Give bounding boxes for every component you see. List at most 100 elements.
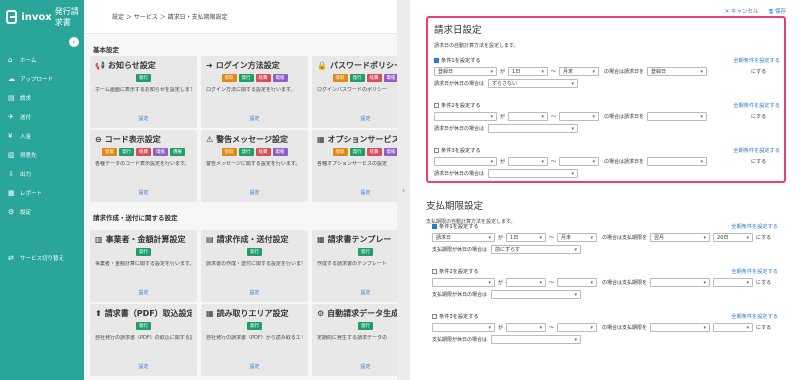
card-settings-link[interactable]: 設定	[90, 115, 197, 122]
day-select[interactable]: 20日	[713, 233, 754, 242]
setting-card[interactable]: ▦ オプションサービス 受取 発行 経費 電帳 各種オプションサービスの設定 設定	[312, 130, 410, 202]
holiday-select[interactable]: ずらさない	[488, 79, 579, 88]
to-day-select[interactable]	[559, 112, 600, 121]
service-badge: 受取	[332, 148, 348, 156]
card-title: ⚠ 警告メッセージ設定	[206, 135, 289, 144]
day-select[interactable]	[713, 278, 754, 287]
sidebar-item-8[interactable]: ⚙ 設定	[0, 204, 84, 220]
source-select[interactable]	[434, 112, 497, 121]
billing-condition-2: 条件2を設定する全期条件を設定するが〜の場合は請求日をにする請求日が休日の場合は	[434, 102, 780, 133]
sidebar-item-5[interactable]: ▥ 得意先	[0, 147, 84, 163]
sidebar-item-3[interactable]: ✈ 送付	[0, 109, 84, 125]
card-settings-link[interactable]: 設定	[90, 189, 197, 196]
setting-card[interactable]: ⬆請求書（PDF）取込設定発行自社発行の請求書（PDF）の取込に関する設定を行い…	[90, 304, 197, 376]
advanced-condition-link[interactable]: 全期条件を設定する	[731, 313, 778, 320]
from-day-select[interactable]	[508, 157, 549, 166]
condition-checkbox[interactable]: 条件3を設定する	[434, 147, 481, 154]
payment-condition-1: 条件1を設定する全期条件を設定する請求日が1日〜月末の場合は支払期限を翌月20日…	[432, 223, 778, 254]
payment-title: 支払期限設定	[426, 201, 484, 212]
badge-group: 受取 発行 経費 電帳	[206, 148, 303, 156]
day-select[interactable]	[713, 323, 754, 332]
to-day-select[interactable]: 月末	[557, 233, 598, 242]
setting-card[interactable]: ⚠ 警告メッセージ設定 受取 発行 経費 電帳 警告メッセージに関する設定を行います。 設定	[201, 130, 308, 202]
setting-card[interactable]: ▥ 事業者・金額計算設定 発行 事業者・金額計算に関する設定を行います。 設定	[90, 230, 197, 302]
service-badge: 発行	[358, 248, 373, 256]
setting-card[interactable]: ▦ 請求書テンプレー 発行 作成する請求書のテンプレート 設定	[312, 230, 410, 302]
setting-card[interactable]: 🔒 パスワードポリシー 受取 発行 経費 電帳 ログインパスワードのポリシー 設定	[312, 56, 410, 128]
advanced-condition-link[interactable]: 全期条件を設定する	[731, 223, 778, 230]
card-settings-link[interactable]: 設定	[201, 189, 308, 196]
sidebar-item-7[interactable]: ▦ レポート	[0, 185, 84, 201]
service-badge: 発行	[119, 148, 134, 156]
card-settings-link[interactable]: 設定	[312, 115, 410, 122]
from-day-select[interactable]	[508, 112, 549, 121]
setting-card[interactable]: 📢 お知らせ設定 発行 ホーム画面に表示するお知らせを設定します。 設定	[90, 56, 197, 128]
holiday-select[interactable]	[488, 169, 579, 178]
setting-card[interactable]: ⚙ 自動請求データ生成 発行 定期的に発生する請求データの 設定	[312, 304, 410, 376]
sidebar-item-9[interactable]: ⇄ サービス切り替え	[0, 250, 84, 266]
source-select[interactable]	[434, 157, 497, 166]
checkbox-icon	[434, 148, 439, 153]
condition-checkbox[interactable]: 条件2を設定する	[432, 268, 479, 275]
sidebar-item-4[interactable]: ¥ 入金	[0, 128, 84, 144]
condition-checkbox[interactable]: 条件3を設定する	[432, 313, 479, 320]
holiday-select[interactable]	[491, 290, 582, 299]
to-day-select[interactable]	[557, 323, 598, 332]
service-badge: 経費	[255, 148, 271, 156]
to-day-select[interactable]: 月末	[559, 67, 600, 76]
condition-checkbox[interactable]: 条件2を設定する	[434, 102, 481, 109]
advanced-condition-link[interactable]: 全期条件を設定する	[733, 102, 780, 109]
card-settings-link[interactable]: 設定	[312, 363, 410, 370]
settings-panel: ✕ キャンセル 🖫 保存 請求日設定 請求日の自動計算方法を設定します。 条件1…	[410, 0, 800, 380]
target-select[interactable]	[647, 157, 708, 166]
from-day-select[interactable]: 1日	[506, 233, 547, 242]
brand-name: invox	[21, 11, 52, 23]
from-day-select[interactable]	[506, 323, 547, 332]
card-settings-link[interactable]: 設定	[201, 115, 308, 122]
card-settings-link[interactable]: 設定	[90, 289, 197, 296]
payment-condition-2: 条件2を設定する全期条件を設定するが〜の場合は支払期限をにする支払期限が休日の場…	[432, 268, 778, 299]
setting-card[interactable]: ➜ ログイン方法設定 受取 発行 経費 電帳 ログイン方法に関する設定を行います。 設定	[201, 56, 308, 128]
holiday-select[interactable]: 前にずらす	[491, 245, 582, 254]
from-day-select[interactable]: 1日	[508, 67, 549, 76]
month-select[interactable]	[650, 278, 711, 287]
source-select[interactable]: 請求日	[432, 233, 495, 242]
source-select[interactable]: 登録日	[434, 67, 497, 76]
section-invoice-title: 請求作成・送付に関する設定	[93, 214, 178, 222]
advanced-condition-link[interactable]: 全期条件を設定する	[733, 57, 780, 64]
settings-icon: ⚙	[8, 208, 15, 216]
card-settings-link[interactable]: 設定	[201, 363, 308, 370]
card-settings-link[interactable]: 設定	[90, 363, 197, 370]
setting-card[interactable]: ⊖ コード表示設定 受取 発行 経費 電帳 債権 各種データのコード表示設定を行います。 設定	[90, 130, 197, 202]
to-day-select[interactable]	[559, 157, 600, 166]
advanced-condition-link[interactable]: 全期条件を設定する	[733, 147, 780, 154]
app-logo[interactable]: invox 発行請求書	[0, 0, 84, 34]
card-settings-link[interactable]: 設定	[312, 289, 410, 296]
source-select[interactable]	[432, 278, 495, 287]
source-select[interactable]	[432, 323, 495, 332]
to-day-select[interactable]	[557, 278, 598, 287]
condition-checkbox[interactable]: 条件1を設定する	[432, 223, 479, 230]
sidebar-item-6[interactable]: ⇩ 出力	[0, 166, 84, 182]
setting-card[interactable]: ▤ 請求作成・送付設定 発行 請求書の作成・送付に関する設定を行います。 設定	[201, 230, 308, 302]
target-select[interactable]: 登録日	[647, 67, 708, 76]
month-select[interactable]	[650, 323, 711, 332]
collapse-sidebar-icon[interactable]: ‹	[69, 37, 79, 47]
holiday-select[interactable]	[491, 335, 582, 344]
sidebar-item-0[interactable]: ⌂ ホーム	[0, 52, 84, 68]
settings-menu: 基本設定 請求作成・送付に関する設定 📢 お知らせ設定 発行 ホーム画面に表示するお知…	[84, 34, 410, 380]
holiday-select[interactable]	[488, 124, 579, 133]
month-select[interactable]: 翌月	[650, 233, 711, 242]
sidebar-item-1[interactable]: ☁ アップロード	[0, 71, 84, 87]
panel-toggle[interactable]: ›	[397, 0, 410, 380]
card-settings-link[interactable]: 設定	[312, 189, 410, 196]
target-select[interactable]	[647, 112, 708, 121]
from-day-select[interactable]	[506, 278, 547, 287]
card-description: 自社発行の請求書（PDF）から読み取るエリアを設定します。	[206, 335, 303, 341]
condition-checkbox[interactable]: 条件1を設定する	[434, 57, 481, 64]
advanced-condition-link[interactable]: 全期条件を設定する	[731, 268, 778, 275]
setting-card[interactable]: ▦読み取りエリア設定発行自社発行の請求書（PDF）から読み取るエリアを設定します…	[201, 304, 308, 376]
card-settings-link[interactable]: 設定	[201, 289, 308, 296]
sidebar-item-2[interactable]: ▤ 請求	[0, 90, 84, 106]
report-icon: ▦	[8, 189, 15, 197]
